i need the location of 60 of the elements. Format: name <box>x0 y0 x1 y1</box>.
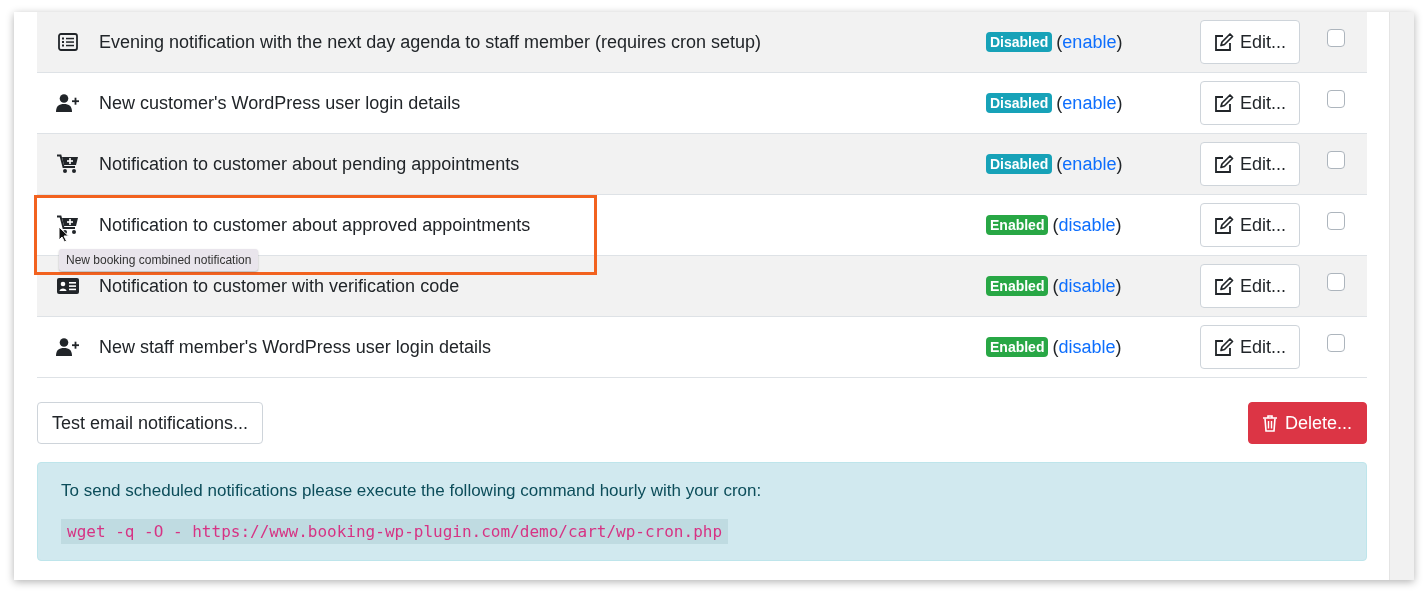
edit-icon <box>1214 93 1234 113</box>
status-badge: Enabled <box>986 276 1049 296</box>
parenthesis: ) <box>1116 31 1123 53</box>
id-card-icon <box>57 278 79 294</box>
notification-title: New customer's WordPress user login details <box>99 92 462 114</box>
edit-button[interactable]: Edit... <box>1200 325 1300 369</box>
cursor-icon <box>58 226 70 243</box>
notification-title: Notification to customer about pending appointments <box>99 153 521 175</box>
parenthesis: ) <box>1115 214 1122 236</box>
user-plus-icon <box>56 338 80 356</box>
status-badge: Enabled <box>986 337 1049 357</box>
notification-title: Notification to customer with verification code <box>99 275 461 297</box>
parenthesis: ( <box>1052 336 1059 358</box>
notification-title: Evening notification with the next day agenda to staff member (requires cron setup) <box>99 31 763 53</box>
checkbox[interactable] <box>1327 334 1345 352</box>
test-email-button[interactable]: Test email notifications... <box>37 402 264 444</box>
toggle-link[interactable]: enable <box>1062 31 1117 53</box>
checkbox[interactable] <box>1327 29 1345 47</box>
list-icon <box>58 33 78 51</box>
parenthesis: ) <box>1115 336 1122 358</box>
checkbox[interactable] <box>1327 151 1345 169</box>
edit-icon <box>1214 276 1234 296</box>
notification-title: Notification to customer about approved appointments <box>99 214 532 236</box>
status-badge: Enabled <box>986 215 1049 235</box>
toggle-link[interactable]: disable <box>1058 336 1116 358</box>
cron-command: wget -q -O - https://www.booking-wp-plugin.com/demo/cart/wp-cron.php <box>61 519 729 544</box>
edit-button[interactable]: Edit... <box>1200 203 1300 247</box>
cart-icon <box>57 154 79 174</box>
tooltip: New booking combined notification <box>59 249 259 271</box>
toggle-link[interactable]: disable <box>1058 275 1116 297</box>
edit-icon <box>1214 215 1234 235</box>
parenthesis: ( <box>1052 275 1059 297</box>
toggle-link[interactable]: enable <box>1062 92 1117 114</box>
parenthesis: ( <box>1052 214 1059 236</box>
parenthesis: ( <box>1056 31 1063 53</box>
checkbox[interactable] <box>1327 273 1345 291</box>
toggle-link[interactable]: enable <box>1062 153 1117 175</box>
alert-text: To send scheduled notifications please execute the following command hourly with your cron: <box>61 481 763 501</box>
edit-button[interactable]: Edit... <box>1200 20 1300 64</box>
checkbox[interactable] <box>1327 212 1345 230</box>
parenthesis: ( <box>1056 92 1063 114</box>
parenthesis: ( <box>1056 153 1063 175</box>
edit-icon <box>1214 337 1234 357</box>
edit-icon <box>1214 32 1234 52</box>
parenthesis: ) <box>1116 153 1123 175</box>
user-plus-icon <box>56 94 80 112</box>
notification-title: New staff member's WordPress user login details <box>99 336 492 358</box>
status-badge: Disabled <box>986 32 1053 52</box>
edit-icon <box>1214 154 1234 174</box>
checkbox[interactable] <box>1327 90 1345 108</box>
status-badge: Disabled <box>986 93 1053 113</box>
trash-icon <box>1262 414 1277 432</box>
edit-button[interactable]: Edit... <box>1200 142 1300 186</box>
toggle-link[interactable]: disable <box>1058 214 1116 236</box>
edit-button[interactable]: Edit... <box>1200 81 1300 125</box>
status-badge: Disabled <box>986 154 1053 174</box>
edit-button[interactable]: Edit... <box>1200 264 1300 308</box>
delete-button[interactable]: Delete... <box>1247 402 1367 444</box>
parenthesis: ) <box>1115 275 1122 297</box>
parenthesis: ) <box>1116 92 1123 114</box>
